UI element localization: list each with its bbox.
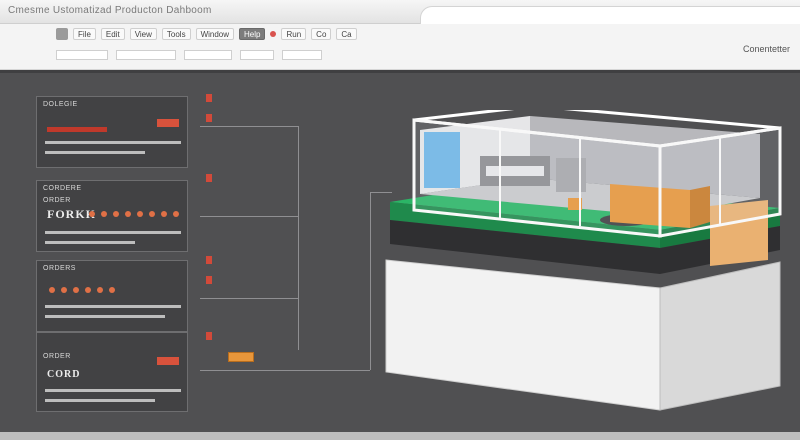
app-window: Cmesme Ustomatizad Producton Dahboom Fil…	[0, 0, 800, 440]
window-title: Cmesme Ustomatizad Producton Dahboom	[8, 5, 212, 16]
menu-view[interactable]: View	[129, 28, 157, 40]
panel-3-bar-2	[45, 315, 165, 318]
toolbar-field-5[interactable]	[282, 50, 322, 60]
panel-2-title: CORDERE	[43, 185, 82, 192]
toolbar-button-ca[interactable]: Ca	[336, 28, 357, 40]
panel-4-bar-2	[45, 399, 155, 402]
panel-1-bar-1	[45, 141, 181, 144]
panel-3-status-dots	[49, 287, 115, 293]
panel-3[interactable]: ORDERS	[36, 260, 188, 332]
menu-window[interactable]: Window	[195, 28, 235, 40]
menu-file[interactable]: File	[73, 28, 96, 40]
panel-2-subtitle: ORDER	[43, 197, 71, 204]
title-bar: Cmesme Ustomatizad Producton Dahboom	[0, 0, 800, 24]
status-dot	[109, 287, 115, 293]
alert-marker	[206, 276, 212, 284]
run-button[interactable]: Run	[281, 28, 307, 40]
alert-marker	[206, 94, 212, 102]
panel-2[interactable]: CORDERE ORDER FORKK	[36, 180, 188, 252]
panel-2-bar-2	[45, 241, 135, 244]
app-icon	[56, 28, 68, 40]
toolbar-field-1[interactable]	[56, 50, 108, 60]
connector-line	[200, 216, 298, 217]
toolbar-button-co[interactable]: Co	[311, 28, 332, 40]
toolbar-fields	[56, 50, 322, 60]
status-dot	[137, 211, 143, 217]
status-dot	[73, 287, 79, 293]
panel-1-bar-2	[45, 151, 145, 154]
selected-node-chip[interactable]	[228, 352, 254, 362]
panel-3-title: ORDERS	[43, 265, 76, 272]
status-dot	[173, 211, 179, 217]
alert-marker	[206, 332, 212, 340]
status-dot	[97, 287, 103, 293]
toolbar-menu-group: File Edit View Tools Window Help Run Co …	[56, 28, 357, 40]
toolbar-field-3[interactable]	[184, 50, 232, 60]
status-dot	[149, 211, 155, 217]
toolbar-field-2[interactable]	[116, 50, 176, 60]
panel-4-heading: CORD	[47, 369, 81, 380]
record-icon[interactable]	[270, 31, 277, 37]
connector-line	[200, 370, 370, 371]
status-dot	[113, 211, 119, 217]
status-bar	[0, 432, 800, 440]
panel-2-status-dots	[89, 211, 179, 217]
status-text: Conentetter	[742, 44, 790, 54]
status-dot	[89, 211, 95, 217]
panel-4-bar-1	[45, 389, 181, 392]
status-dot	[49, 287, 55, 293]
factory-model-icon[interactable]	[360, 110, 800, 432]
status-dot	[61, 287, 67, 293]
panel-4-title: ORDER	[43, 353, 71, 360]
toolbar: File Edit View Tools Window Help Run Co …	[0, 24, 800, 70]
status-dot	[125, 211, 131, 217]
panel-4[interactable]: ORDER CORD	[36, 332, 188, 412]
panel-1[interactable]: DOLEGIE	[36, 96, 188, 168]
panel-1-title: DOLEGIE	[43, 101, 78, 108]
workspace-divider	[0, 70, 800, 73]
alert-marker	[206, 256, 212, 264]
panel-2-bar-1	[45, 231, 181, 234]
panel-3-bar-1	[45, 305, 181, 308]
alert-marker	[206, 174, 212, 182]
panel-1-alert-bar	[47, 127, 107, 132]
menu-tools[interactable]: Tools	[161, 28, 191, 40]
status-dot	[85, 287, 91, 293]
workspace-canvas[interactable]: DOLEGIE CORDERE ORDER FORKK ORDERS ORDER…	[0, 70, 800, 432]
menu-edit[interactable]: Edit	[100, 28, 125, 40]
title-bar-tab-area	[420, 6, 800, 24]
alert-marker	[206, 114, 212, 122]
panel-1-badge	[157, 119, 179, 127]
connector-line	[298, 126, 299, 350]
status-dot	[161, 211, 167, 217]
menu-help[interactable]: Help	[239, 28, 266, 40]
connector-line	[200, 126, 298, 127]
panel-4-badge	[157, 357, 179, 365]
connector-line	[200, 298, 298, 299]
status-dot	[101, 211, 107, 217]
toolbar-field-4[interactable]	[240, 50, 274, 60]
